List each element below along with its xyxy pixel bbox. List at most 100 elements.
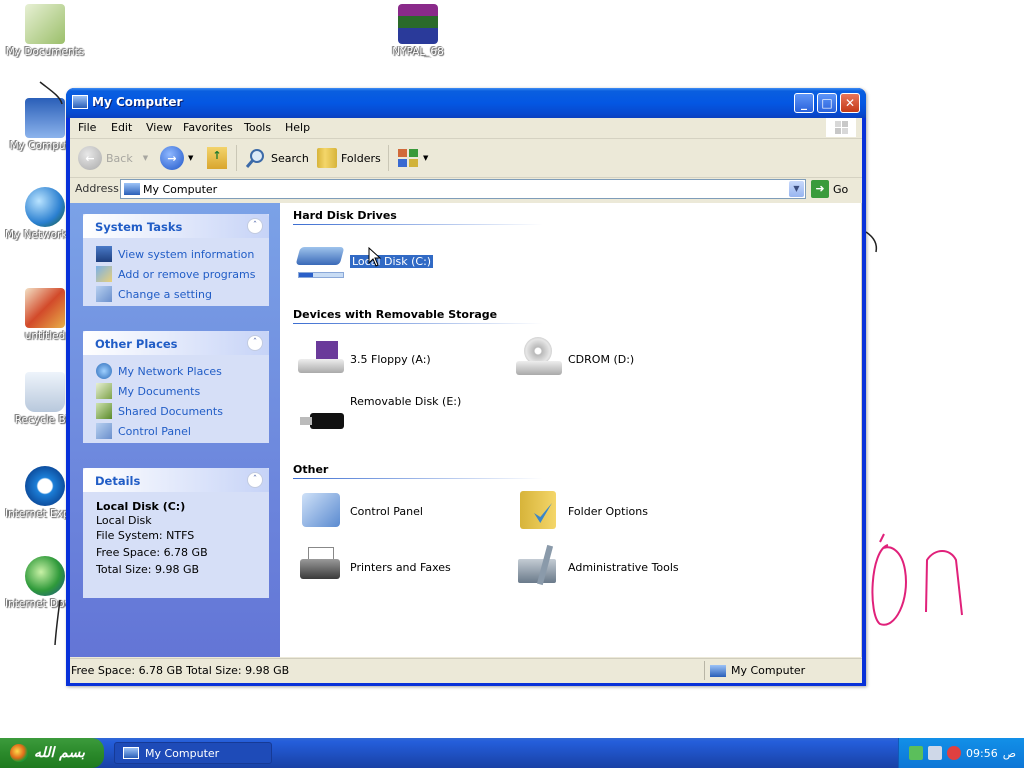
administrative-tools-icon [514, 544, 562, 589]
details-title: Details [95, 474, 141, 488]
up-folder-button[interactable]: ↑ [207, 145, 227, 171]
chevron-down-icon: ▼ [188, 154, 194, 162]
views-grid-icon [398, 149, 418, 167]
group-hard-disk-drives: Hard Disk Drives [293, 209, 397, 222]
address-input[interactable]: My Computer ▼ [120, 179, 806, 199]
drive-removable-e[interactable]: Removable Disk (E:) [296, 391, 461, 435]
windows-flag-icon [10, 744, 28, 762]
go-arrow-icon: ➜ [811, 180, 829, 198]
printer-icon [296, 545, 344, 589]
menu-file[interactable]: File [78, 121, 96, 134]
details-name: Local Disk (C:) [96, 500, 186, 513]
task-add-remove-programs[interactable]: Add or remove programs [96, 264, 269, 284]
back-button[interactable]: ← Back ▼ [78, 145, 148, 171]
control-panel-icon [296, 489, 344, 533]
drive-floppy-a[interactable]: 3.5 Floppy (A:) [296, 337, 431, 381]
hard-disk-icon [295, 239, 345, 283]
maximize-button[interactable]: □ [817, 93, 837, 113]
views-button[interactable]: ▼ [397, 145, 428, 171]
window-client: File Edit View Favorites Tools Help ← Ba… [70, 118, 862, 683]
task-change-setting[interactable]: Change a setting [96, 284, 269, 304]
item-printers-faxes[interactable]: Printers and Faxes [296, 545, 451, 589]
my-documents-icon [96, 383, 112, 399]
control-panel-icon [96, 423, 112, 439]
drive-label: CDROM (D:) [568, 352, 635, 366]
task-pane: System Tasks ˆ View system information A… [70, 203, 280, 657]
floppy-drive-icon [296, 337, 344, 381]
taskbar-button-my-computer[interactable]: My Computer [114, 742, 272, 764]
place-shared-documents[interactable]: Shared Documents [96, 401, 269, 421]
other-places-panel: Other Places ˆ My Network Places My Docu… [83, 331, 269, 443]
add-remove-programs-icon [96, 266, 112, 282]
status-bar: Free Space: 6.78 GB Total Size: 9.98 GB … [70, 658, 862, 683]
close-button[interactable]: ✕ [840, 93, 860, 113]
search-button[interactable]: Search [245, 145, 309, 171]
place-label: Shared Documents [118, 404, 223, 418]
security-alert-icon[interactable] [947, 746, 961, 760]
menu-edit[interactable]: Edit [111, 121, 132, 134]
details-header[interactable]: Details ˆ [83, 468, 269, 492]
item-administrative-tools[interactable]: Administrative Tools [514, 544, 679, 589]
standard-toolbar: ← Back ▼ → ▼ ↑ Search Folders ▼ [70, 139, 862, 178]
group-removable-storage: Devices with Removable Storage [293, 308, 498, 321]
item-control-panel[interactable]: Control Panel [296, 489, 423, 533]
task-view-system-info[interactable]: View system information [96, 244, 269, 264]
safely-remove-tray-icon[interactable] [928, 746, 942, 760]
status-location: My Computer [710, 664, 805, 677]
go-button[interactable]: ➜ Go [811, 180, 848, 198]
drives-view: Hard Disk Drives Local Disk (C:) Devices… [280, 203, 862, 657]
chevron-down-icon: ▼ [423, 154, 429, 162]
cdrom-drive-icon [514, 337, 562, 381]
menu-bar: File Edit View Favorites Tools Help [70, 118, 862, 139]
details-type: Local Disk [96, 514, 152, 527]
group-divider [293, 224, 543, 225]
details-file-system: File System: NTFS [96, 529, 195, 542]
place-my-network-places[interactable]: My Network Places [96, 361, 269, 381]
address-dropdown-button[interactable]: ▼ [789, 181, 804, 197]
system-info-icon [96, 246, 112, 262]
network-tray-icon[interactable] [909, 746, 923, 760]
address-bar: Address My Computer ▼ ➜ Go [70, 178, 862, 202]
item-label: Administrative Tools [568, 560, 679, 574]
menu-favorites[interactable]: Favorites [183, 121, 233, 134]
my-computer-icon [124, 183, 140, 195]
minimize-button[interactable]: _ [794, 93, 814, 113]
up-folder-icon: ↑ [207, 147, 227, 169]
scribble-text: On [0, 0, 2, 1]
collapse-chevron-icon[interactable]: ˆ [247, 335, 263, 351]
clock[interactable]: 09:56 [966, 747, 998, 760]
item-label: Folder Options [568, 504, 648, 518]
folders-button[interactable]: Folders [317, 145, 381, 171]
group-divider [293, 478, 543, 479]
menu-help[interactable]: Help [285, 121, 310, 134]
system-tray: 09:56 ص [898, 738, 1024, 768]
collapse-chevron-icon[interactable]: ˆ [247, 472, 263, 488]
other-places-title: Other Places [95, 337, 178, 351]
place-label: My Network Places [118, 364, 222, 378]
network-globe-icon [96, 363, 112, 379]
place-label: Control Panel [118, 424, 191, 438]
collapse-chevron-icon[interactable]: ˆ [247, 218, 263, 234]
window-titlebar[interactable]: My Computer _ □ ✕ [66, 88, 866, 118]
menu-tools[interactable]: Tools [244, 121, 271, 134]
drive-local-disk-c[interactable]: Local Disk (C:) [295, 239, 434, 283]
item-folder-options[interactable]: Folder Options [514, 489, 648, 533]
menu-view[interactable]: View [146, 121, 172, 134]
other-places-header[interactable]: Other Places ˆ [83, 331, 269, 355]
chevron-down-icon: ▼ [142, 154, 149, 162]
my-computer-icon [123, 747, 139, 759]
forward-button[interactable]: → ▼ [160, 145, 193, 171]
item-label: Control Panel [350, 504, 423, 518]
group-other: Other [293, 463, 329, 476]
back-label: Back [106, 151, 133, 165]
drive-label: 3.5 Floppy (A:) [350, 352, 431, 366]
start-button[interactable]: بسم الله [0, 738, 104, 768]
system-tasks-header[interactable]: System Tasks ˆ [83, 214, 269, 238]
search-label: Search [271, 151, 309, 165]
address-value: My Computer [143, 183, 218, 196]
place-my-documents[interactable]: My Documents [96, 381, 269, 401]
place-control-panel[interactable]: Control Panel [96, 421, 269, 441]
system-tasks-panel: System Tasks ˆ View system information A… [83, 214, 269, 306]
drive-cdrom-d[interactable]: CDROM (D:) [514, 337, 634, 381]
search-icon [245, 149, 264, 168]
